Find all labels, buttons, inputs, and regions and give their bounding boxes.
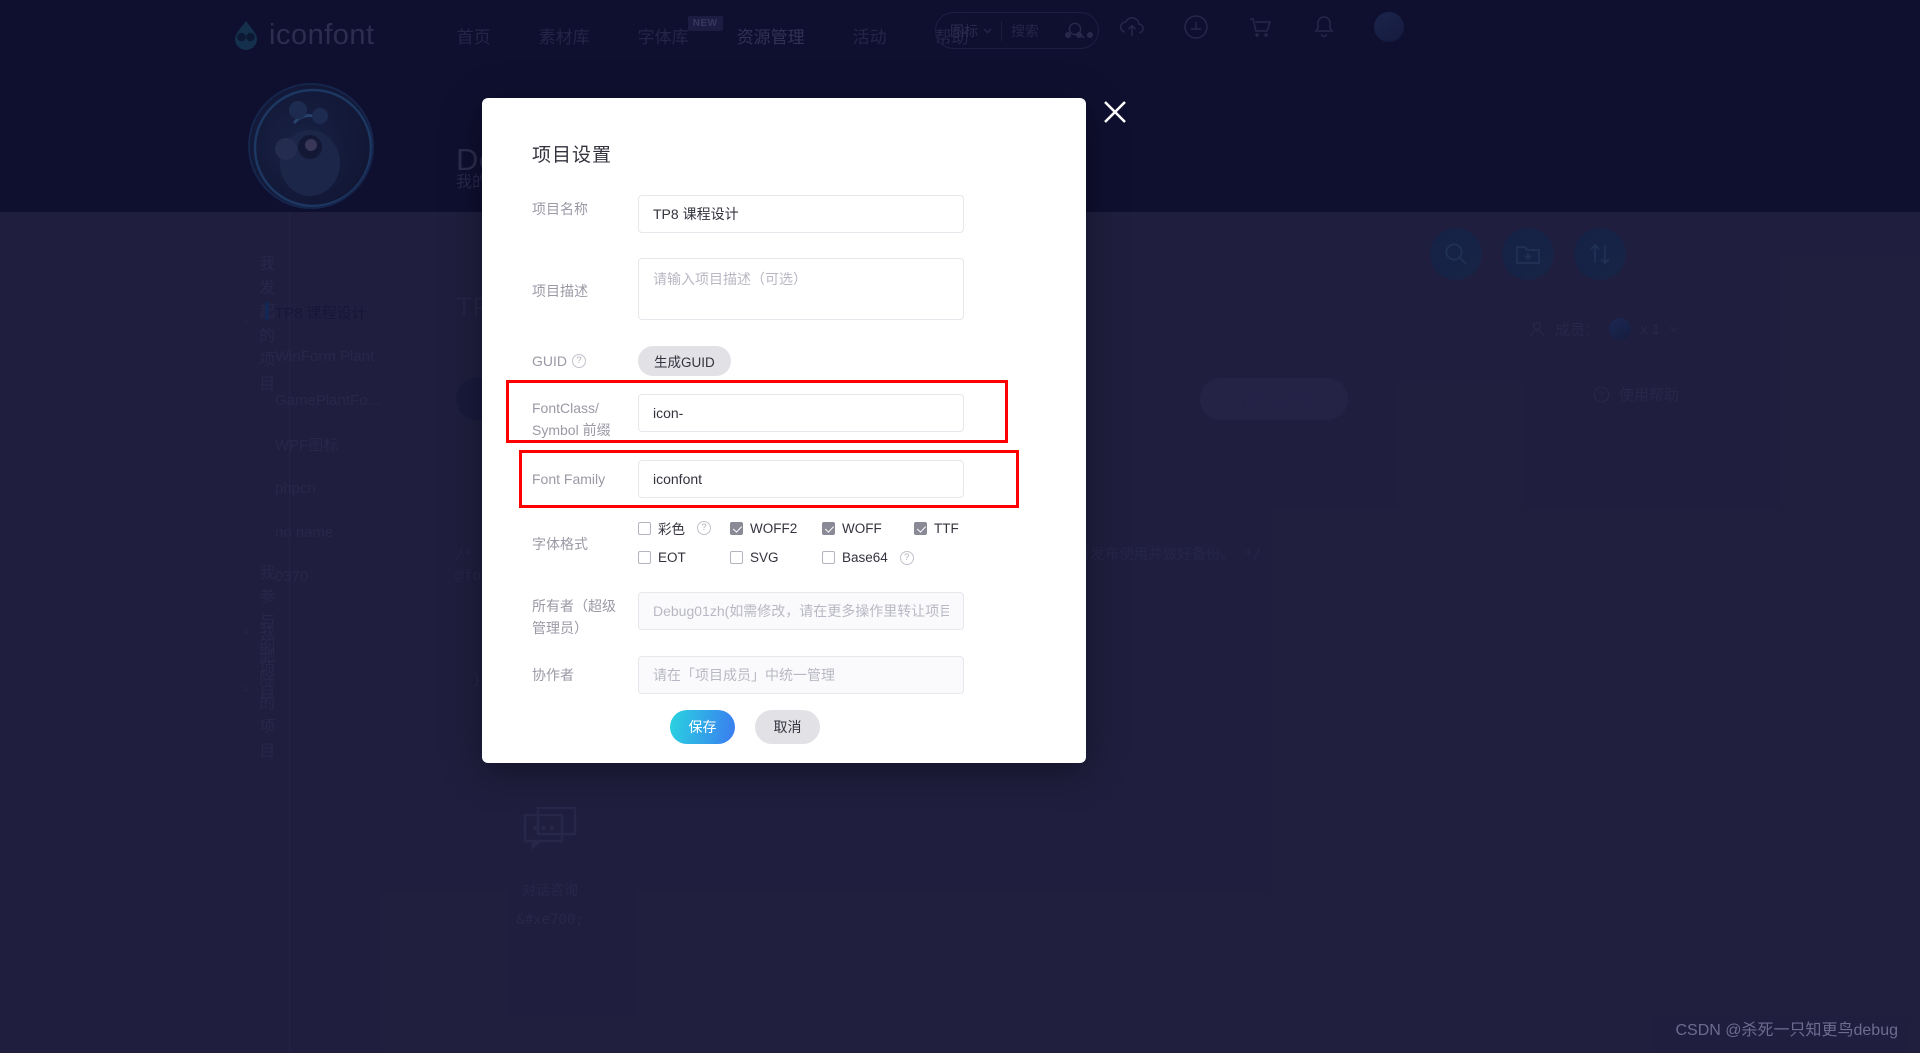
collaborator-input[interactable]: [638, 656, 964, 694]
save-button[interactable]: 保存: [670, 710, 735, 744]
field-font-family: Font Family: [532, 460, 964, 498]
field-label: 所有者（超级 管理员）: [532, 592, 638, 639]
field-label: 协作者: [532, 664, 638, 686]
dialog-actions: 保存 取消: [670, 710, 820, 744]
checkbox-box[interactable]: [730, 522, 743, 535]
fontclass-prefix-input[interactable]: [638, 394, 964, 432]
checkbox-box[interactable]: [822, 522, 835, 535]
question-circle-icon[interactable]: ?: [697, 521, 711, 535]
checkbox-woff[interactable]: WOFF: [822, 518, 914, 538]
field-fontclass-prefix: FontClass/ Symbol 前缀: [532, 394, 964, 441]
project-settings-dialog: 项目设置 项目名称 项目描述 GUID ? 生成GUID: [482, 98, 1086, 763]
guid-label: GUID: [532, 350, 567, 372]
checkbox-eot[interactable]: EOT: [638, 550, 730, 565]
field-guid: GUID ? 生成GUID: [532, 346, 731, 376]
cancel-button[interactable]: 取消: [755, 710, 820, 744]
checkbox-box[interactable]: [638, 551, 651, 564]
field-font-format: 字体格式 彩色 ? WOFF2 WOFF: [532, 516, 1006, 565]
project-description-textarea[interactable]: [638, 258, 964, 320]
checkbox-label: 彩色: [658, 518, 685, 538]
field-label-line1: FontClass/: [532, 397, 638, 419]
close-icon[interactable]: [1100, 97, 1130, 127]
checkbox-box[interactable]: [730, 551, 743, 564]
field-label: 字体格式: [532, 516, 638, 555]
question-circle-icon[interactable]: ?: [900, 551, 914, 565]
owner-input[interactable]: [638, 592, 964, 630]
field-label: 项目名称: [532, 195, 638, 220]
checkbox-label: WOFF: [842, 521, 882, 536]
checkbox-box[interactable]: [822, 551, 835, 564]
watermark: CSDN @杀死一只知更鸟debug: [1675, 1016, 1898, 1040]
checkbox-box[interactable]: [638, 522, 651, 535]
field-label: 项目描述: [532, 258, 638, 302]
checkbox-woff2[interactable]: WOFF2: [730, 518, 822, 538]
field-label-line2: 管理员）: [532, 617, 638, 639]
page-root: iconfont 首页 素材库 字体库 NEW 资源管理 活动 帮助 图标: [0, 0, 1920, 1053]
checkbox-label: Base64: [842, 550, 888, 565]
field-label: Font Family: [532, 468, 638, 490]
field-label-line2: Symbol 前缀: [532, 419, 638, 441]
question-circle-icon[interactable]: ?: [572, 354, 586, 368]
field-label-line1: 所有者（超级: [532, 595, 638, 617]
font-format-checkbox-grid: 彩色 ? WOFF2 WOFF TTF: [638, 516, 1006, 565]
checkbox-label: TTF: [934, 521, 959, 536]
field-project-description: 项目描述: [532, 258, 964, 325]
checkbox-ttf[interactable]: TTF: [914, 518, 1006, 538]
generate-guid-button[interactable]: 生成GUID: [638, 346, 731, 376]
checkbox-label: WOFF2: [750, 521, 797, 536]
font-family-input[interactable]: [638, 460, 964, 498]
field-label: FontClass/ Symbol 前缀: [532, 394, 638, 441]
checkbox-base64[interactable]: Base64 ?: [822, 550, 914, 565]
checkbox-color[interactable]: 彩色 ?: [638, 518, 730, 538]
field-owner: 所有者（超级 管理员）: [532, 592, 964, 639]
project-name-input[interactable]: [638, 195, 964, 233]
checkbox-label: EOT: [658, 550, 686, 565]
checkbox-svg[interactable]: SVG: [730, 550, 822, 565]
checkbox-label: SVG: [750, 550, 779, 565]
field-label: GUID ?: [532, 350, 638, 372]
field-project-name: 项目名称: [532, 195, 964, 233]
checkbox-box[interactable]: [914, 522, 927, 535]
field-collaborator: 协作者: [532, 656, 964, 694]
dialog-title: 项目设置: [532, 140, 612, 167]
